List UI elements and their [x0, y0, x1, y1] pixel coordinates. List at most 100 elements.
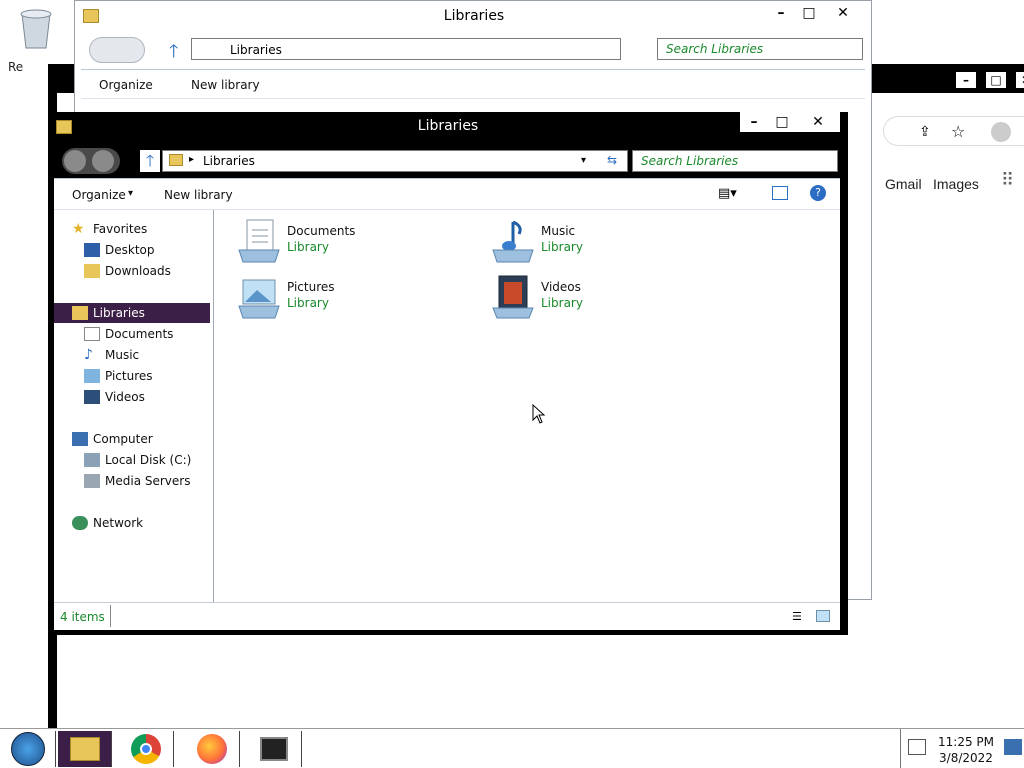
- close-button[interactable]: ✕: [796, 112, 840, 132]
- chrome-maximize-button[interactable]: □: [985, 71, 1007, 89]
- window-title: Libraries: [417, 118, 479, 134]
- organize-button[interactable]: Organize: [99, 78, 153, 92]
- back-minimize-button[interactable]: –: [767, 3, 795, 23]
- taskbar-firefox[interactable]: [184, 731, 240, 767]
- chevron-down-icon[interactable]: ▾: [581, 155, 586, 166]
- back-maximize-button[interactable]: □: [795, 3, 823, 23]
- navigation-pane: ★ Favorites Desktop Downloads Libraries D…: [54, 210, 214, 602]
- nav-music[interactable]: ♪ Music: [84, 345, 139, 365]
- taskbar-chrome[interactable]: [118, 731, 174, 767]
- nav-pictures[interactable]: Pictures: [84, 366, 153, 386]
- nav-favorites[interactable]: ★ Favorites: [72, 219, 147, 239]
- toolbar: Organize ▾ New library ▤▾ ?: [54, 178, 840, 210]
- nav-downloads[interactable]: Downloads: [84, 261, 171, 281]
- images-link[interactable]: Images: [933, 176, 979, 192]
- breadcrumb[interactable]: Libraries: [203, 154, 255, 168]
- search-input[interactable]: Search Libraries: [632, 150, 838, 172]
- up-arrow-icon[interactable]: 🡑: [169, 39, 178, 69]
- folder-icon: [169, 154, 183, 166]
- library-name: Videos: [541, 280, 581, 294]
- windows-logo-icon: [10, 732, 45, 766]
- back-window-title: Libraries: [443, 8, 505, 24]
- documents-library-icon: [238, 219, 280, 263]
- nav-media-servers[interactable]: Media Servers: [84, 471, 190, 491]
- back-address-bar[interactable]: Libraries: [191, 38, 621, 60]
- library-pictures[interactable]: Pictures Library: [231, 272, 461, 322]
- network-icon: [72, 516, 88, 530]
- status-divider: [110, 605, 111, 627]
- nav-documents[interactable]: Documents: [84, 324, 173, 344]
- nav-label: Computer: [93, 432, 153, 446]
- chevron-right-icon[interactable]: ▸: [189, 154, 194, 165]
- preview-pane-icon[interactable]: [772, 186, 788, 200]
- chrome-minimize-button[interactable]: –: [955, 71, 977, 89]
- refresh-icon[interactable]: ⇆: [607, 153, 617, 167]
- bookmark-star-icon[interactable]: ☆: [951, 122, 965, 141]
- nav-label: Local Disk (C:): [105, 453, 192, 467]
- nav-label: Desktop: [105, 243, 155, 257]
- taskbar-explorer[interactable]: [58, 731, 112, 767]
- pictures-icon: [84, 369, 100, 383]
- music-note-icon: ♪: [84, 347, 93, 363]
- back-close-button[interactable]: ✕: [829, 3, 857, 23]
- library-documents[interactable]: Documents Library: [231, 216, 461, 266]
- library-music[interactable]: Music Library: [485, 216, 715, 266]
- film-icon: [84, 390, 100, 404]
- up-arrow-icon[interactable]: 🡑: [140, 150, 160, 172]
- address-bar[interactable]: ▸ Libraries ▾ ⇆: [162, 150, 628, 172]
- nav-label: Network: [93, 516, 144, 530]
- recycle-bin-label: Re: [8, 60, 24, 74]
- organize-button[interactable]: Organize: [72, 188, 126, 202]
- library-videos[interactable]: Videos Library: [485, 272, 715, 322]
- breadcrumb[interactable]: Libraries: [230, 43, 282, 57]
- profile-avatar[interactable]: [991, 122, 1011, 142]
- nav-label: Videos: [105, 390, 145, 404]
- nav-computer[interactable]: Computer: [72, 429, 153, 449]
- apps-grid-icon[interactable]: ⠿: [1001, 170, 1014, 191]
- back-toolbar: Organize New library: [81, 69, 865, 99]
- clock[interactable]: 11:25 PM 3/8/2022: [938, 734, 994, 766]
- back-search-input[interactable]: Search Libraries: [657, 38, 863, 60]
- share-icon[interactable]: ⇪: [919, 124, 931, 140]
- details-view-icon[interactable]: ☰: [792, 610, 802, 623]
- nav-label: Libraries: [93, 306, 145, 320]
- back-button[interactable]: [64, 150, 86, 172]
- minimize-button[interactable]: –: [740, 112, 768, 132]
- recycle-bin-icon[interactable]: [14, 4, 58, 54]
- library-type: Library: [287, 296, 329, 310]
- nav-label: Media Servers: [105, 474, 191, 488]
- forward-button[interactable]: [92, 150, 114, 172]
- view-options-icon[interactable]: ▤▾: [718, 186, 737, 201]
- chrome-menu-icon[interactable]: ⋮: [1019, 122, 1024, 141]
- status-bar: 4 items ☰: [54, 602, 840, 630]
- show-desktop-icon[interactable]: [1004, 739, 1022, 755]
- firefox-icon: [196, 734, 227, 764]
- maximize-button[interactable]: □: [768, 112, 796, 132]
- taskbar: 11:25 PM 3/8/2022: [0, 728, 1024, 768]
- chevron-down-icon[interactable]: ▾: [128, 188, 133, 199]
- computer-icon: [72, 432, 88, 446]
- nav-libraries[interactable]: Libraries: [54, 303, 210, 323]
- start-button[interactable]: [0, 731, 56, 767]
- new-library-button[interactable]: New library: [191, 78, 260, 92]
- new-library-button[interactable]: New library: [164, 188, 233, 202]
- network-tray-icon[interactable]: [908, 739, 926, 755]
- back-nav-buttons[interactable]: [89, 37, 145, 63]
- nav-local-disk[interactable]: Local Disk (C:): [84, 450, 191, 470]
- nav-label: Music: [105, 348, 140, 362]
- nav-label: Favorites: [93, 222, 148, 236]
- large-icons-view-icon[interactable]: [816, 610, 830, 622]
- help-icon[interactable]: ?: [810, 185, 826, 201]
- explorer-body: ★ Favorites Desktop Downloads Libraries D…: [54, 210, 840, 630]
- library-type: Library: [287, 240, 329, 254]
- chrome-close-button[interactable]: ✕: [1015, 71, 1024, 89]
- date: 3/8/2022: [939, 751, 993, 765]
- library-name: Documents: [287, 224, 356, 238]
- nav-videos[interactable]: Videos: [84, 387, 145, 407]
- nav-network[interactable]: Network: [72, 513, 143, 533]
- library-name: Pictures: [287, 280, 335, 294]
- gmail-link[interactable]: Gmail: [885, 176, 922, 192]
- taskbar-app[interactable]: [246, 731, 302, 767]
- downloads-icon: [84, 264, 100, 278]
- nav-desktop[interactable]: Desktop: [84, 240, 155, 260]
